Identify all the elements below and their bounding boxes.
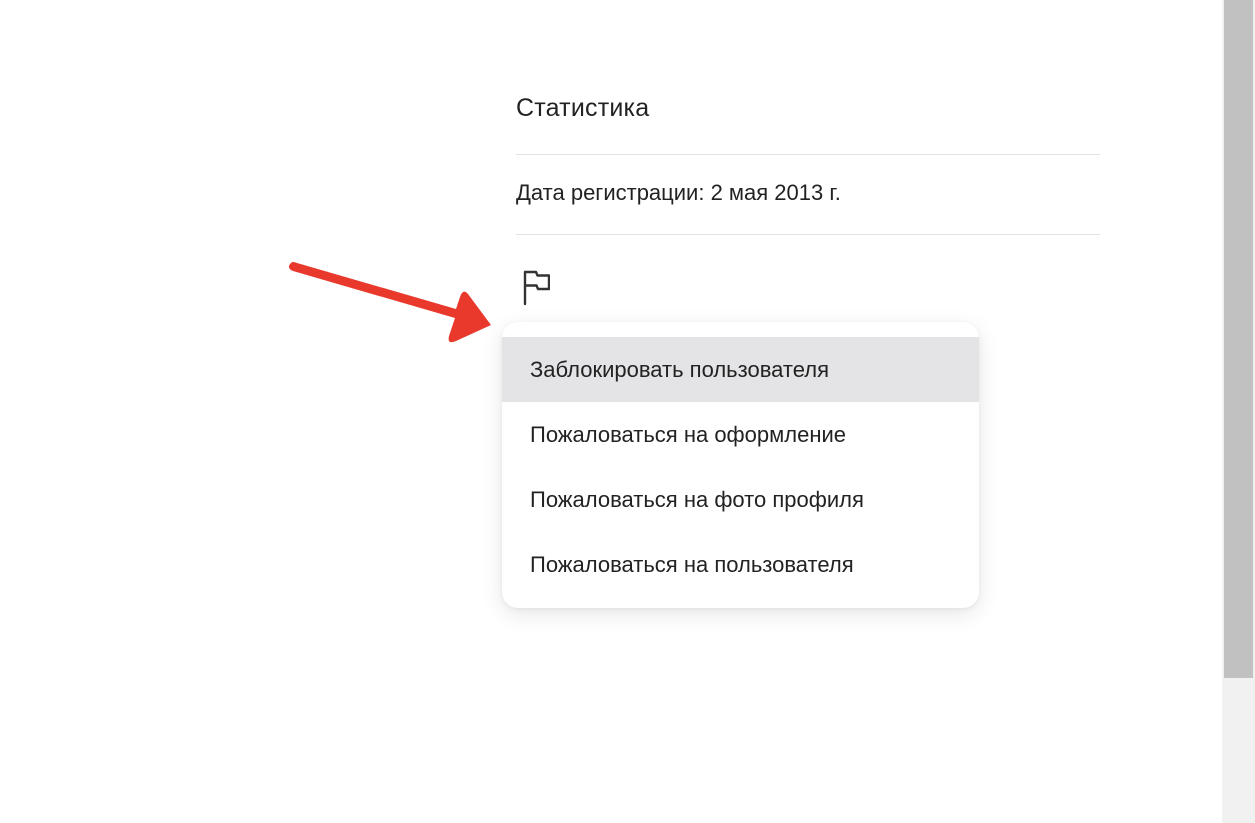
profile-page: Статистика Дата регистрации: 2 мая 2013 … [0,0,1222,823]
stats-title: Статистика [516,94,650,122]
divider [516,234,1100,235]
divider [516,154,1100,155]
flag-icon [516,266,550,306]
arrow-icon [288,262,491,343]
registration-date: Дата регистрации: 2 мая 2013 г. [516,180,841,205]
menu-item-report-user[interactable]: Пожаловаться на пользователя [502,532,979,597]
report-button[interactable] [516,266,556,306]
scrollbar[interactable] [1222,0,1255,823]
report-dropdown-menu: Заблокировать пользователя Пожаловаться … [502,322,979,608]
scrollbar-thumb[interactable] [1224,0,1253,678]
menu-item-report-design[interactable]: Пожаловаться на оформление [502,402,979,467]
menu-item-block-user[interactable]: Заблокировать пользователя [502,337,979,402]
report-menu-list: Заблокировать пользователя Пожаловаться … [502,337,979,597]
menu-item-report-profile-photo[interactable]: Пожаловаться на фото профиля [502,467,979,532]
